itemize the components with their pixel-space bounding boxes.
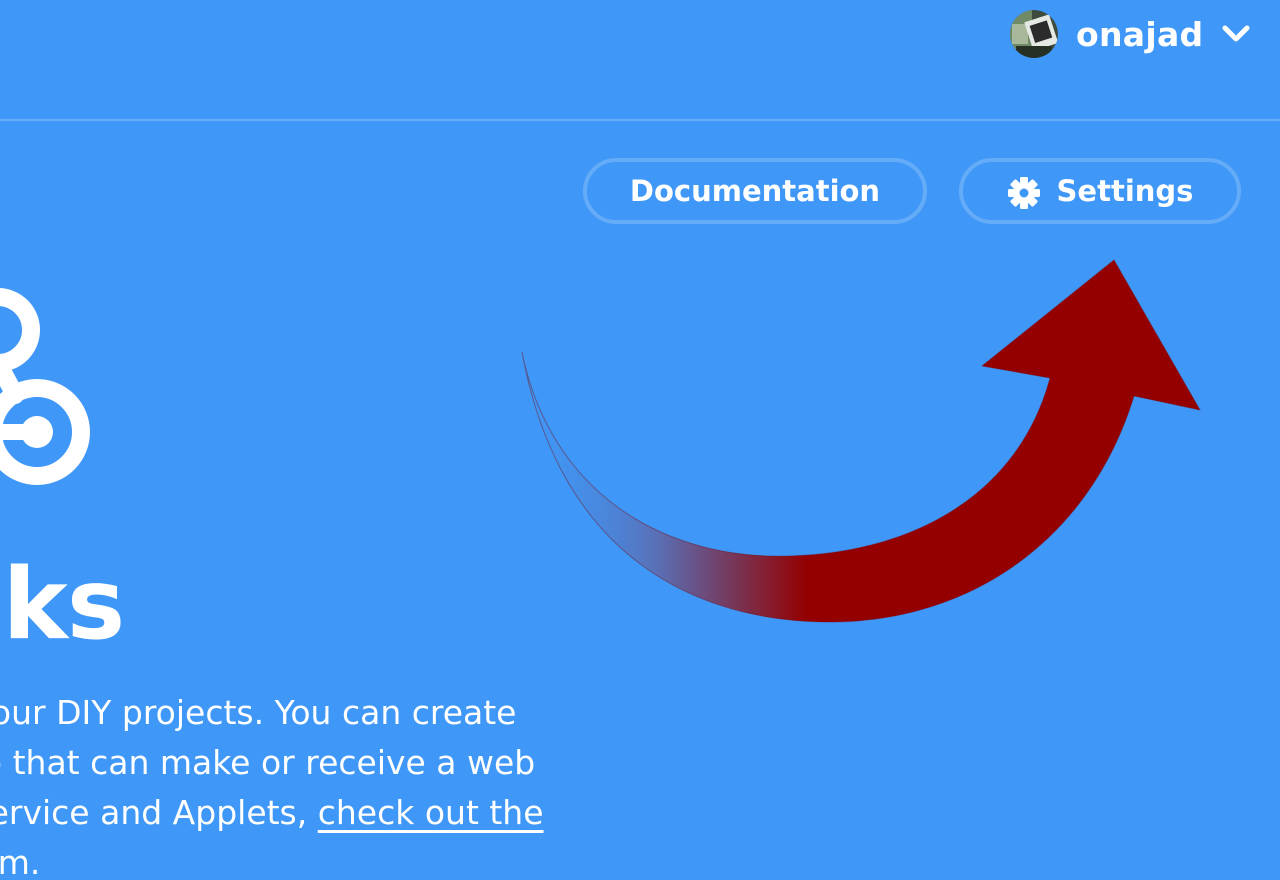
documentation-button-label: Documentation bbox=[629, 174, 881, 208]
description-line-3: n service and Applets, check out the bbox=[0, 788, 600, 838]
page: onajad Documentation Settings ks our DIY… bbox=[0, 0, 1280, 880]
annotation-arrow bbox=[521, 259, 1201, 623]
description-line-3-text: n service and Applets, bbox=[0, 793, 308, 832]
webhooks-logo bbox=[0, 288, 90, 485]
avatar[interactable] bbox=[1010, 10, 1058, 58]
top-nav-bar: onajad bbox=[0, 0, 1280, 121]
user-menu[interactable]: onajad bbox=[1010, 10, 1251, 58]
platform-link-end[interactable]: tform bbox=[0, 843, 30, 880]
chevron-down-icon[interactable] bbox=[1221, 24, 1251, 44]
settings-button-label: Settings bbox=[1056, 174, 1194, 208]
header-divider bbox=[0, 119, 1280, 121]
service-title: ooks bbox=[0, 548, 125, 662]
gear-icon bbox=[1007, 177, 1040, 209]
settings-button[interactable]: Settings bbox=[959, 158, 1241, 224]
platform-link[interactable]: check out the bbox=[318, 793, 544, 832]
username[interactable]: onajad bbox=[1076, 15, 1203, 54]
service-description: n your DIY projects. You can create app … bbox=[0, 688, 600, 880]
description-line-4-suffix: . bbox=[29, 843, 41, 880]
description-line-4: tform. bbox=[0, 838, 600, 880]
documentation-button[interactable]: Documentation bbox=[583, 158, 927, 224]
description-line-2: app that can make or receive a web bbox=[0, 743, 536, 782]
description-line-1: n your DIY projects. You can create bbox=[0, 693, 517, 732]
